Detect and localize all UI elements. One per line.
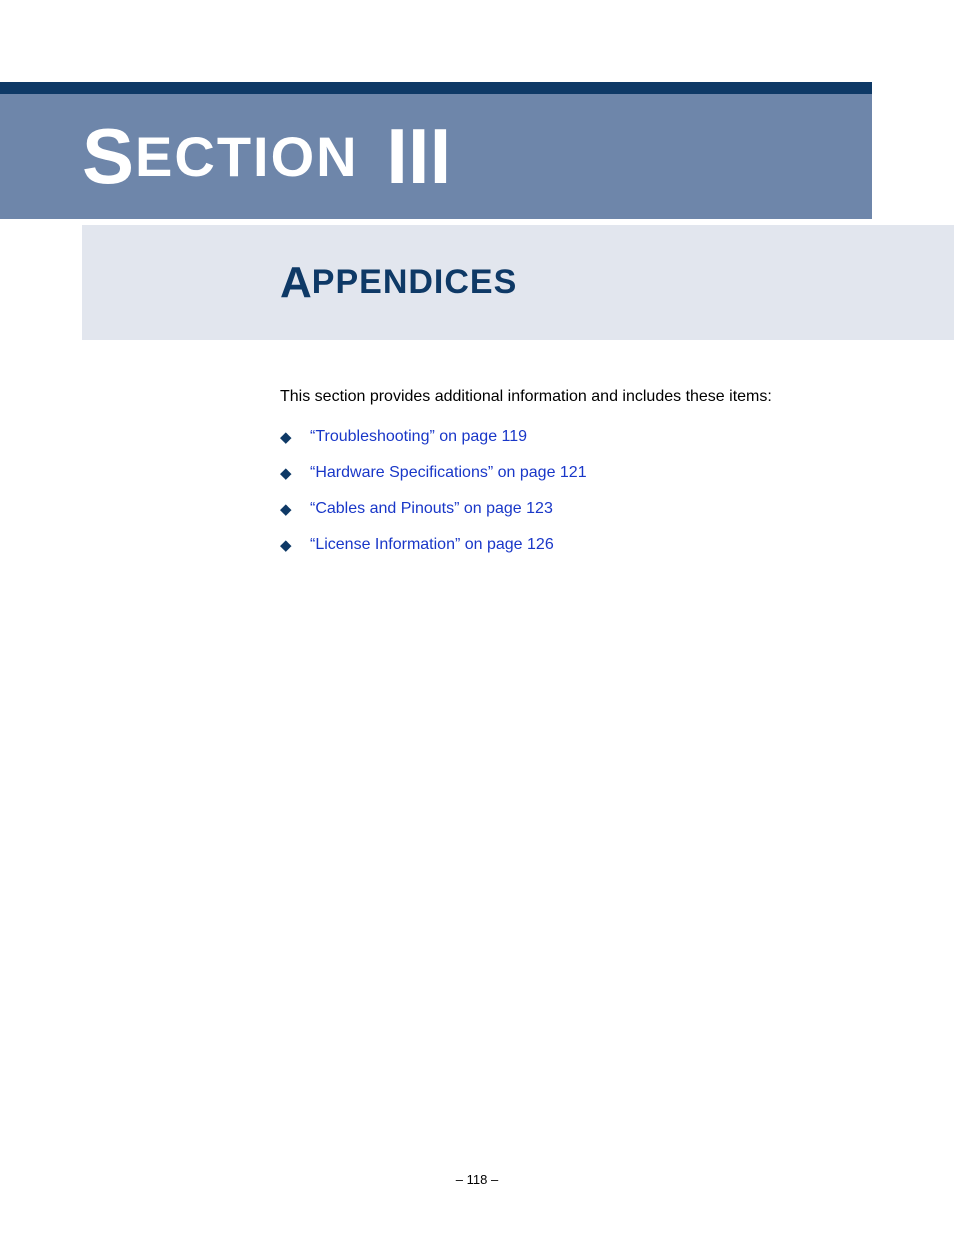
bullet-icon: ◆: [280, 500, 310, 518]
bullet-icon: ◆: [280, 428, 310, 446]
list-item: ◆ “Cables and Pinouts” on page 123: [280, 500, 870, 518]
xref-link-cables-and-pinouts[interactable]: “Cables and Pinouts” on page 123: [310, 500, 553, 518]
header-accent-bar: [0, 82, 872, 94]
intro-paragraph: This section provides additional informa…: [280, 388, 870, 406]
list-item: ◆ “Hardware Specifications” on page 121: [280, 464, 870, 482]
section-banner: SECTION III: [0, 94, 872, 219]
content-area: This section provides additional informa…: [280, 388, 870, 572]
list-item: ◆ “License Information” on page 126: [280, 536, 870, 554]
chapter-title-block: APPENDICES: [82, 225, 954, 340]
xref-link-troubleshooting[interactable]: “Troubleshooting” on page 119: [310, 428, 527, 446]
bullet-icon: ◆: [280, 536, 310, 554]
section-label-capital: S: [82, 111, 135, 202]
list-item: ◆ “Troubleshooting” on page 119: [280, 428, 870, 446]
bullet-icon: ◆: [280, 464, 310, 482]
xref-link-license-information[interactable]: “License Information” on page 126: [310, 536, 554, 554]
xref-link-hardware-specifications[interactable]: “Hardware Specifications” on page 121: [310, 464, 587, 482]
title-capital: A: [280, 258, 312, 308]
section-number: III: [365, 111, 452, 202]
page-number-footer: – 118 –: [0, 1172, 954, 1187]
section-label-rest: ECTION: [135, 124, 359, 189]
title-rest: PPENDICES: [312, 263, 518, 302]
link-list: ◆ “Troubleshooting” on page 119 ◆ “Hardw…: [280, 428, 870, 554]
